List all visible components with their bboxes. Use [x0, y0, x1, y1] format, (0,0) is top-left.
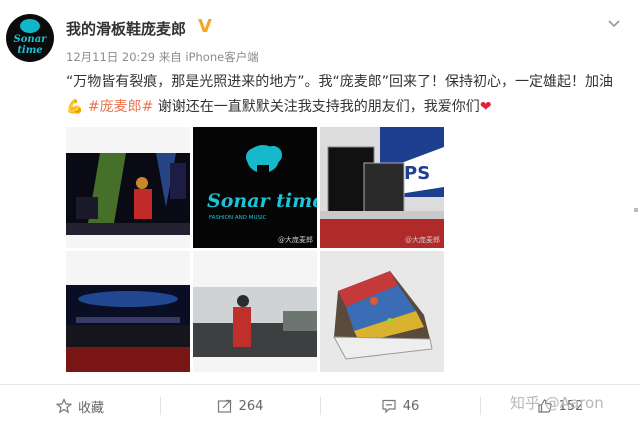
image-thumb-festival[interactable]: [193, 251, 317, 372]
heart-emoji-icon: ❤: [479, 99, 492, 115]
albums-photo: PS: [320, 127, 444, 248]
repost-icon: [217, 399, 231, 413]
image-thumb-stage[interactable]: [66, 127, 190, 248]
favorite-button[interactable]: 收藏: [0, 385, 160, 427]
crowd-photo: [66, 251, 190, 372]
image-caption-watermark: @大庞麦郎: [278, 236, 313, 244]
content-text-1: “万物皆有裂痕，那是光照进来的地方”。我“庞麦郎”回来了！保持初心，一定雄起！加…: [66, 74, 614, 90]
content-text-2: 谢谢还在一直默默关注我支持我的朋友们，我爱你们: [153, 99, 480, 115]
repost-count: 264: [238, 398, 264, 414]
comment-button[interactable]: 46: [320, 385, 480, 427]
image-thumb-crowd[interactable]: [66, 251, 190, 372]
author-name[interactable]: 我的滑板鞋庞麦郎: [66, 18, 186, 39]
verified-badge-icon: V: [198, 16, 212, 37]
logo-sub-text: FASHION AND MUSIC: [209, 215, 267, 221]
stage-photo: [66, 127, 190, 248]
favorite-label: 收藏: [77, 400, 104, 416]
repost-button[interactable]: 264: [160, 385, 320, 427]
image-caption-watermark-2: @大庞麦郎: [405, 236, 440, 244]
avatar-logo-text: Sonar time: [13, 34, 47, 56]
muscle-emoji-icon: 💪: [66, 99, 84, 115]
image-thumb-sneaker[interactable]: [320, 251, 444, 372]
avatar[interactable]: Sonar time: [6, 14, 54, 62]
comment-count: 46: [402, 398, 420, 414]
hashtag-link[interactable]: #庞麦郎#: [88, 99, 153, 115]
image-thumb-logo[interactable]: Sonar time FASHION AND MUSIC @大庞麦郎: [193, 127, 317, 248]
festival-photo: [193, 251, 317, 372]
comment-icon: [382, 399, 396, 414]
album-ps-text: PS: [404, 163, 430, 184]
image-thumb-albums[interactable]: PS @大庞麦郎: [320, 127, 444, 248]
post-meta: 12月11日 20:29 来自 iPhone客户端: [66, 50, 259, 64]
chevron-down-icon[interactable]: [606, 16, 622, 32]
post-content: “万物皆有裂痕，那是光照进来的地方”。我“庞麦郎”回来了！保持初心，一定雄起！加…: [66, 70, 626, 120]
logo-image: Sonar time FASHION AND MUSIC: [193, 127, 317, 248]
avatar-hair-graphic: [20, 19, 40, 33]
sneaker-artwork: [320, 251, 444, 372]
star-icon: [55, 398, 72, 414]
image-grid: Sonar time FASHION AND MUSIC @大庞麦郎 PS @大…: [66, 127, 456, 377]
logo-main-text: Sonar time: [207, 190, 317, 212]
edge-mark: [634, 208, 638, 212]
zhihu-watermark: 知乎 @Aaron: [510, 394, 604, 412]
